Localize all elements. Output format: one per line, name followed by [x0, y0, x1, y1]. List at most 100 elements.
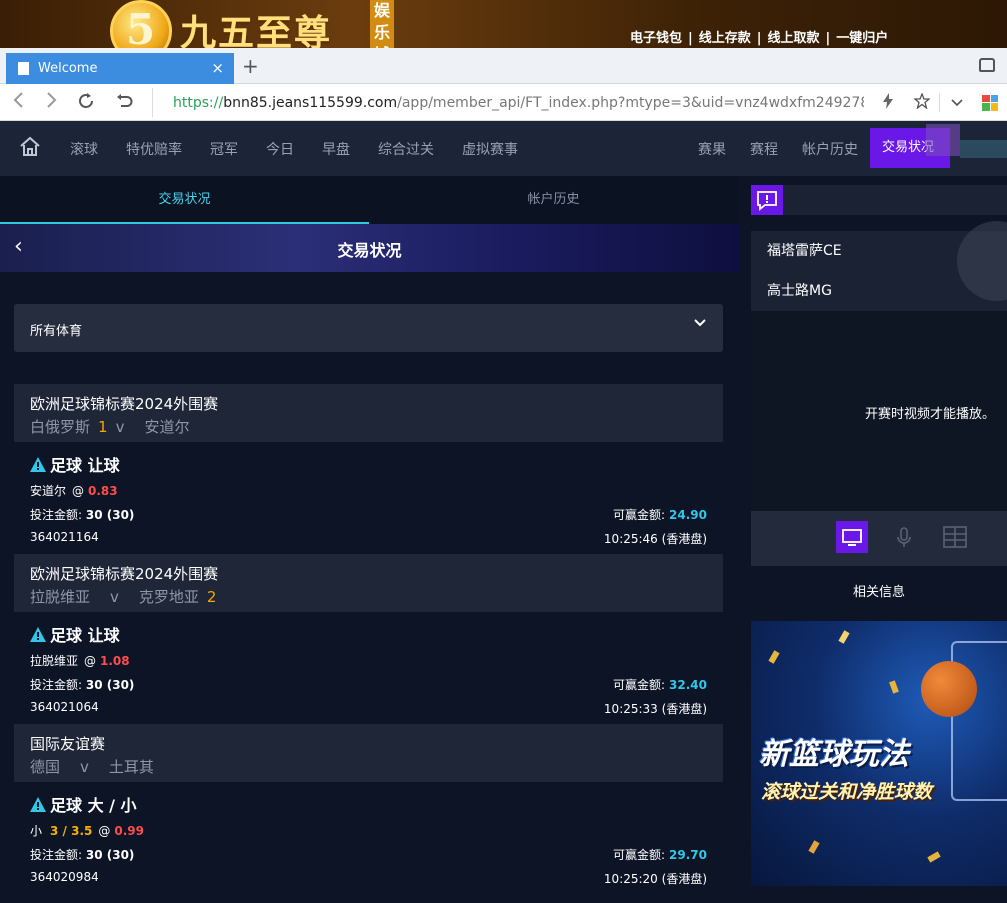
- nav-item-today[interactable]: 今日: [266, 139, 294, 159]
- bet-time: 10:25:33 (香港盘): [603, 702, 707, 716]
- stake: 投注金额: 30 (30): [30, 676, 134, 693]
- stake-value: 30 (30): [85, 848, 135, 862]
- sport-filter-select[interactable]: 所有体育: [14, 304, 723, 352]
- away-team: 克罗地亚: [138, 588, 199, 606]
- reload-icon[interactable]: [76, 91, 96, 116]
- lightning-icon[interactable]: [871, 92, 905, 113]
- bet-time: 10:25:46 (香港盘): [603, 532, 707, 546]
- nav-item-schedule[interactable]: 赛程: [750, 139, 778, 159]
- browser-tab-welcome[interactable]: Welcome ×: [6, 53, 234, 84]
- url-scheme: https://: [173, 94, 224, 111]
- match-teams: 德国 v 土耳其: [30, 756, 723, 777]
- link-e-wallet[interactable]: 电子钱包: [630, 31, 682, 46]
- bet-card: 欧洲足球锦标赛2024外围赛 拉脱维亚 v 克罗地亚 2 足球 让球 拉脱维亚 @1.0…: [14, 554, 723, 724]
- win-label: 可赢金额:: [612, 848, 666, 862]
- stake-value: 30 (30): [85, 508, 135, 522]
- bet-status-panel: 交易状况 帐户历史 ‹ 交易状况 所有体育 欧洲足球锦标赛2024外围赛 白俄罗…: [0, 176, 739, 903]
- url-path: /app/member_api/FT_index.php?mtype=3&uid…: [397, 94, 864, 111]
- brand-logo-icon[interactable]: 5: [110, 0, 172, 48]
- tab-title: Welcome: [38, 61, 98, 76]
- sub-tabs: 交易状况 帐户历史: [0, 176, 739, 224]
- versus: v: [110, 588, 119, 606]
- handicap-line: 3 / 3.5: [50, 824, 93, 838]
- promo-banner[interactable]: 新篮球玩法 滚球过关和净胜球数: [751, 621, 1007, 886]
- scoreboard-icon[interactable]: [939, 521, 971, 553]
- skin-icon[interactable]: [979, 58, 995, 72]
- nav-item-parlay[interactable]: 综合过关: [378, 139, 434, 159]
- bet-type: 足球 让球: [30, 622, 120, 646]
- bet-type: 足球 让球: [30, 452, 120, 476]
- nav-item-results[interactable]: 赛果: [698, 139, 726, 159]
- basketball-icon: [921, 661, 977, 717]
- bet-selection: 拉脱维亚 @1.08: [30, 652, 130, 669]
- page-header: ‹ 交易状况: [0, 224, 739, 272]
- chevron-down-icon[interactable]: [939, 93, 973, 112]
- link-separator: |: [756, 31, 762, 46]
- tab-bet-status[interactable]: 交易状况: [0, 176, 369, 224]
- bet-match-header: 欧洲足球锦标赛2024外围赛 白俄罗斯 1 v 安道尔: [14, 384, 723, 442]
- bet-details: 足球 大 / 小 小 3 / 3.5 @0.99 投注金额: 30 (30) 可赢金…: [14, 782, 723, 894]
- league-name: 欧洲足球锦标赛2024外围赛: [30, 565, 219, 583]
- apps-grid-icon[interactable]: [982, 94, 998, 111]
- at-sign: @: [98, 824, 111, 838]
- ticket-id: 364021064: [30, 700, 99, 714]
- back-icon[interactable]: [12, 91, 26, 114]
- nav-left-group: 滚球 特优赔率 冠军 今日 早盘 综合过关 虚拟赛事: [70, 121, 546, 176]
- odds-value: 0.83: [88, 484, 118, 498]
- bet-match-header: 国际友谊赛 德国 v 土耳其: [14, 724, 723, 782]
- home-team: 德国: [30, 758, 61, 776]
- warning-icon: [30, 626, 46, 642]
- link-online-withdraw[interactable]: 线上取款: [768, 31, 820, 46]
- url-input[interactable]: https://bnn85.jeans115599.com/app/member…: [152, 88, 864, 117]
- video-player: 开赛时视频才能播放。: [751, 311, 1007, 511]
- promo-title: 新篮球玩法: [759, 737, 909, 772]
- bet-details: 足球 让球 拉脱维亚 @1.08 投注金额: 30 (30) 可赢金额: 32.40…: [14, 612, 723, 724]
- message-icon[interactable]: [751, 185, 783, 215]
- close-tab-icon[interactable]: ×: [211, 59, 224, 77]
- match-teams: 拉脱维亚 v 克罗地亚 2: [30, 586, 723, 607]
- forward-icon[interactable]: [44, 91, 58, 114]
- document-icon: [18, 62, 29, 75]
- stake-label: 投注金额:: [30, 848, 83, 862]
- nav-item-early[interactable]: 早盘: [322, 139, 350, 159]
- odds-value: 0.99: [114, 824, 144, 838]
- tv-icon[interactable]: [836, 521, 868, 553]
- nav-item-outright[interactable]: 冠军: [210, 139, 238, 159]
- brand-name: 九五至尊: [180, 12, 333, 48]
- stake-value: 30 (30): [85, 678, 135, 692]
- tab-account-history[interactable]: 帐户历史: [369, 176, 738, 224]
- away-score: 2: [206, 588, 217, 606]
- link-separator: |: [688, 31, 693, 46]
- microphone-icon[interactable]: [888, 521, 920, 553]
- message-bar[interactable]: [783, 185, 1007, 215]
- warning-icon: [30, 456, 46, 472]
- star-icon[interactable]: [905, 91, 939, 113]
- browser-tab-strip: Welcome × +: [0, 48, 1007, 84]
- nav-item-account-history[interactable]: 帐户历史: [802, 139, 858, 159]
- live-match-list: 福塔雷萨CE 高士路MG: [751, 221, 1007, 311]
- home-icon[interactable]: [18, 135, 42, 159]
- related-info-title: 相关信息: [852, 585, 905, 600]
- ticket-id: 364020984: [30, 870, 99, 884]
- sport-filter-value: 所有体育: [30, 324, 83, 339]
- link-online-deposit[interactable]: 线上存款: [699, 31, 751, 46]
- win-label: 可赢金额:: [612, 678, 666, 692]
- bet-card: 欧洲足球锦标赛2024外围赛 白俄罗斯 1 v 安道尔 足球 让球 安道尔 @0.83 …: [14, 384, 723, 554]
- mosaic-overlay: [926, 124, 960, 156]
- top-links: 电子钱包 | 线上存款 | 线上取款 | 一键归户: [630, 27, 888, 46]
- selection-team: 拉脱维亚: [30, 654, 79, 668]
- bet-time: 10:25:20 (香港盘): [603, 872, 707, 886]
- nav-item-best-odds[interactable]: 特优赔率: [126, 139, 182, 159]
- link-one-click-return[interactable]: 一键归户: [836, 31, 888, 46]
- bet-match-header: 欧洲足球锦标赛2024外围赛 拉脱维亚 v 克罗地亚 2: [14, 554, 723, 612]
- at-sign: @: [72, 484, 85, 498]
- versus: v: [80, 758, 89, 776]
- link-separator: |: [825, 31, 831, 46]
- win-value: 24.90: [669, 508, 707, 522]
- nav-item-virtual[interactable]: 虚拟赛事: [462, 139, 518, 159]
- new-tab-button[interactable]: +: [242, 56, 259, 76]
- side-panel: 福塔雷萨CE 高士路MG 开赛时视频才能播放。 相关信息 新篮球玩法 滚球过关和…: [739, 176, 1007, 903]
- nav-item-inplay[interactable]: 滚球: [70, 139, 98, 159]
- undo-icon[interactable]: [114, 91, 134, 116]
- stake: 投注金额: 30 (30): [30, 506, 134, 523]
